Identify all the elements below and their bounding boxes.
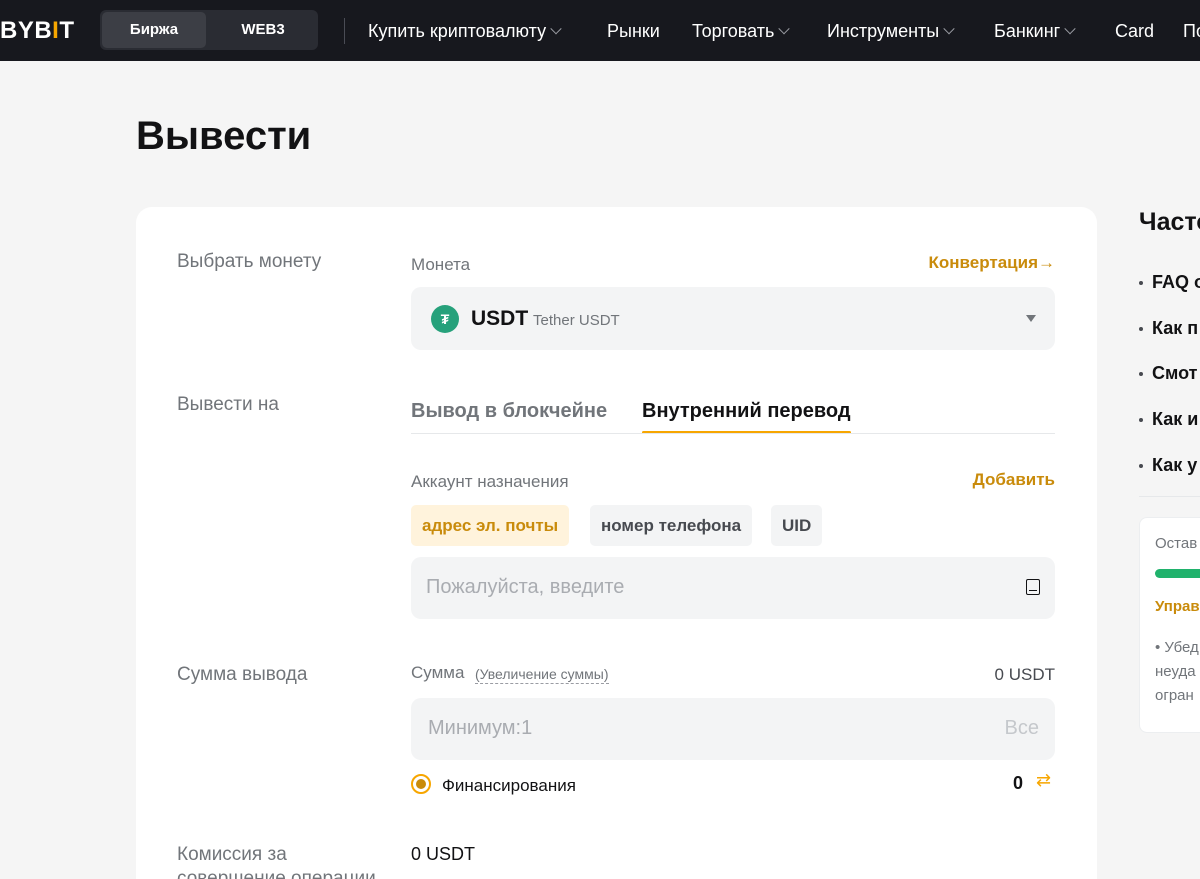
add-link[interactable]: Добавить	[973, 470, 1055, 490]
chevron-down-icon	[778, 23, 791, 35]
nav-banking[interactable]: Банкинг	[994, 18, 1076, 44]
faq-item[interactable]: Как п	[1139, 318, 1198, 339]
faq-divider	[1139, 496, 1200, 497]
nav-divider	[344, 18, 345, 44]
increase-amount-link[interactable]: (Увеличение суммы)	[475, 666, 609, 684]
exchange-web3-switch: Биржа WEB3	[100, 10, 318, 50]
funding-account-label: Финансирования	[442, 776, 576, 795]
bybit-logo[interactable]: BYBIT	[0, 17, 75, 45]
withdraw-limit-card: Остав Управ • Убед неуда огран	[1139, 517, 1200, 733]
tether-icon: ₮	[431, 305, 459, 333]
nav-card[interactable]: Card	[1115, 18, 1154, 44]
faq-item[interactable]: Как и	[1139, 409, 1198, 430]
fee-value: 0 USDT	[411, 844, 476, 864]
faq-item[interactable]: FAQ о	[1139, 272, 1200, 293]
nav-tools[interactable]: Инструменты	[827, 18, 955, 44]
fee-label: Комиссия за совершение операции	[177, 844, 376, 879]
segment-exchange[interactable]: Биржа	[102, 12, 206, 48]
nav-trade[interactable]: Торговать	[692, 18, 791, 44]
tab-onchain-withdraw[interactable]: Вывод в блокчейне	[411, 400, 607, 434]
limit-note: неуда	[1155, 663, 1196, 680]
amount-field-label: Сумма	[411, 663, 465, 682]
destination-input[interactable]: Пожалуйста, введите	[411, 557, 1055, 619]
funding-account-radio[interactable]	[411, 774, 431, 794]
chevron-down-icon	[1064, 23, 1076, 35]
convert-link[interactable]: Конвертация→	[929, 253, 1055, 273]
coin-field-label: Монета	[411, 255, 471, 274]
chip-phone[interactable]: номер телефона	[590, 505, 753, 546]
funding-balance: 0	[1013, 773, 1024, 793]
coin-name: Tether USDT	[533, 312, 620, 329]
swap-icon[interactable]: ⇄	[1036, 770, 1051, 791]
amount-input[interactable]: Минимум:1 Все	[411, 698, 1055, 760]
chevron-down-icon	[550, 23, 562, 35]
coin-symbol: USDT	[471, 307, 529, 330]
tab-divider	[411, 433, 1055, 434]
limit-note: • Убед	[1155, 639, 1199, 656]
limit-progress-bar	[1155, 569, 1200, 578]
nav-markets[interactable]: Рынки	[607, 18, 660, 44]
address-book-icon[interactable]	[1026, 579, 1040, 595]
page-title: Вывести	[136, 114, 312, 158]
manage-limit-link[interactable]: Управ	[1155, 598, 1200, 615]
amount-balance: 0 USDT	[994, 665, 1055, 684]
tab-internal-transfer[interactable]: Внутренний перевод	[642, 400, 851, 434]
all-button[interactable]: Все	[1005, 717, 1039, 740]
faq-item[interactable]: Как у	[1139, 455, 1197, 476]
caret-down-icon	[1026, 315, 1036, 322]
select-coin-label: Выбрать монету	[177, 251, 322, 272]
amount-placeholder: Минимум:1	[428, 717, 533, 739]
faq-item[interactable]: Смот	[1139, 363, 1197, 384]
nav-more[interactable]: По	[1183, 18, 1200, 44]
faq-title: Часто	[1139, 208, 1200, 236]
limit-note: огран	[1155, 687, 1194, 704]
coin-select[interactable]: ₮ USDT Tether USDT	[411, 287, 1055, 350]
segment-web3[interactable]: WEB3	[212, 12, 314, 48]
top-navbar: BYBIT Биржа WEB3 Купить криптовалюту Рын…	[0, 0, 1200, 61]
chevron-down-icon	[943, 23, 955, 35]
destination-placeholder: Пожалуйста, введите	[426, 576, 625, 598]
nav-buy-crypto[interactable]: Купить криптовалюту	[368, 18, 562, 44]
withdraw-to-label: Вывести на	[177, 394, 279, 415]
chip-email[interactable]: адрес эл. почты	[411, 505, 570, 546]
destination-account-label: Аккаунт назначения	[411, 472, 569, 491]
chip-uid[interactable]: UID	[771, 505, 823, 546]
withdraw-form-card: Выбрать монету Монета Конвертация→ ₮ USD…	[136, 207, 1097, 879]
limit-remaining-label: Остав	[1155, 535, 1198, 552]
withdraw-amount-label: Сумма вывода	[177, 664, 308, 685]
